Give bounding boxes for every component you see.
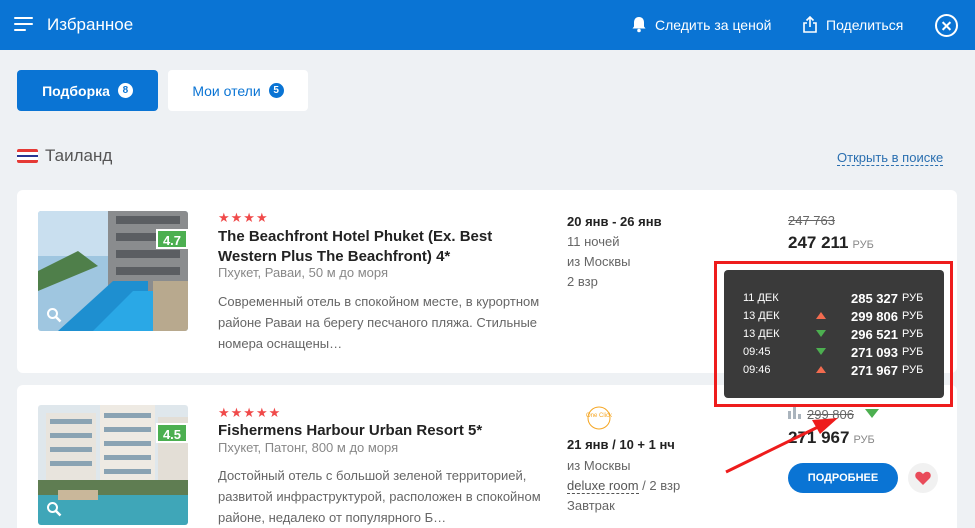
price-down-icon <box>816 348 826 355</box>
rating-badge: 4.5 <box>156 423 188 443</box>
heart-icon <box>915 471 931 485</box>
hotel-description: Современный отель в спокойном месте, в к… <box>218 294 540 351</box>
trip-nights: 11 ночей <box>567 234 620 249</box>
partner-logo-icon: One Click <box>586 406 613 430</box>
price-history-currency: РУБ <box>902 346 924 358</box>
watch-price-label: Следить за ценой <box>655 16 772 33</box>
price-history-value: 299 806 <box>851 309 898 324</box>
details-button[interactable]: ПОДРОБНЕЕ <box>788 463 898 493</box>
price-history-time: 11 ДЕК <box>743 292 779 304</box>
rating-badge: 4.7 <box>156 229 188 249</box>
zoom-icon[interactable] <box>46 501 62 517</box>
price-history-time: 13 ДЕК <box>743 310 780 322</box>
trip-guests: 2 взр <box>567 274 598 289</box>
menu-icon[interactable] <box>14 17 33 32</box>
tab-selection[interactable]: Подборка 8 <box>17 70 158 111</box>
price-history-currency: РУБ <box>902 364 924 376</box>
price-down-icon <box>816 330 826 337</box>
zoom-icon[interactable] <box>46 307 62 323</box>
current-price-value: 271 967 <box>788 428 850 447</box>
price-history-currency: РУБ <box>902 292 924 304</box>
price-history-time: 09:46 <box>743 364 771 376</box>
currency-label: РУБ <box>852 239 874 251</box>
partner-logo-text: One Click <box>586 413 613 419</box>
price-history-value: 285 327 <box>851 291 898 306</box>
price-history-row: 11 ДЕК 285 327 РУБ <box>724 289 944 307</box>
hotel-location: Пхукет, Раваи, 50 м до моря <box>218 265 388 280</box>
price-history-row: 13 ДЕК 299 806 РУБ <box>724 307 944 325</box>
price-history-currency: РУБ <box>902 328 924 340</box>
price-down-icon <box>865 409 879 418</box>
hotel-photo[interactable]: 4.5 <box>38 405 188 525</box>
trip-dates: 21 янв / 10 + 1 нч <box>567 437 675 452</box>
trip-departure: из Москвы <box>567 254 631 269</box>
room-type-link[interactable]: deluxe room <box>567 478 639 494</box>
trip-room: deluxe room / 2 взр <box>567 478 681 494</box>
current-price: 271 967 РУБ <box>788 428 875 448</box>
hotel-name[interactable]: Fishermens Harbour Urban Resort 5* <box>218 421 538 441</box>
bell-icon <box>632 17 646 33</box>
hotel-location: Пхукет, Патонг, 800 м до моря <box>218 440 399 455</box>
share-label: Поделиться <box>826 16 904 33</box>
share-button[interactable]: Поделиться <box>802 16 903 33</box>
open-in-search-link[interactable]: Открыть в поиске <box>837 150 944 166</box>
price-history-row: 13 ДЕК 296 521 РУБ <box>724 325 944 343</box>
current-price-value: 247 211 <box>788 233 849 252</box>
price-up-icon <box>816 366 826 373</box>
star-rating: ★★★★ <box>218 210 269 225</box>
price-history-row: 09:46 271 967 РУБ <box>724 361 944 379</box>
price-up-icon <box>816 312 826 319</box>
price-history-time: 09:45 <box>743 346 771 358</box>
price-history-value: 296 521 <box>851 327 898 342</box>
trip-departure: из Москвы <box>567 458 631 473</box>
country-title: Таиланд <box>45 146 113 165</box>
old-price: 247 763 <box>788 213 835 228</box>
star-rating: ★★★★★ <box>218 405 282 420</box>
close-icon[interactable] <box>935 14 958 37</box>
top-bar: Избранное Следить за ценой Поделиться <box>0 0 975 50</box>
hotel-name[interactable]: The Beachfront Hotel Phuket (Ex. Best We… <box>218 227 538 267</box>
tab-my-hotels[interactable]: Мои отели 5 <box>168 70 308 111</box>
tab-selection-label: Подборка <box>42 82 110 99</box>
tab-my-hotels-label: Мои отели <box>192 82 261 99</box>
price-chart-icon[interactable] <box>788 407 802 419</box>
price-history-tooltip: 11 ДЕК 285 327 РУБ 13 ДЕК 299 806 РУБ 13… <box>724 270 944 398</box>
price-history-row: 09:45 271 093 РУБ <box>724 343 944 361</box>
price-history-value: 271 093 <box>851 345 898 360</box>
page-title: Избранное <box>47 15 134 34</box>
tab-selection-count: 8 <box>117 83 133 98</box>
trip-dates: 20 янв - 26 янв <box>567 214 662 229</box>
old-price: 299 806 <box>807 407 854 422</box>
tab-my-hotels-count: 5 <box>268 83 284 98</box>
hotel-photo[interactable]: 4.7 <box>38 211 188 331</box>
trip-meal: Завтрак <box>567 498 615 513</box>
share-icon <box>803 16 817 33</box>
current-price: 247 211 РУБ <box>788 233 874 253</box>
hotel-description: Достойный отель с большой зеленой террит… <box>218 468 541 525</box>
trip-guests: / 2 взр <box>642 478 681 493</box>
thailand-flag-icon <box>17 149 38 163</box>
watch-price-button[interactable]: Следить за ценой <box>631 16 771 33</box>
favorite-button[interactable] <box>908 463 938 493</box>
currency-label: РУБ <box>853 434 875 446</box>
price-history-currency: РУБ <box>902 310 924 322</box>
price-history-time: 13 ДЕК <box>743 328 780 340</box>
price-history-value: 271 967 <box>851 363 898 378</box>
